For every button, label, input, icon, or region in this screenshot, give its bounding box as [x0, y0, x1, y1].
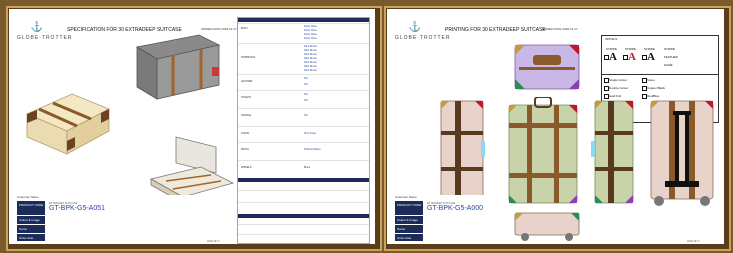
specification-sheet: ⚓ GLOBE·TROTTER SPECIFICATION FOR 30 EXT… — [9, 9, 375, 244]
suitcase-side-panel-left — [440, 100, 485, 204]
customer-block: Customer Name PRODUCT CODE EXTRADEEP SUI… — [17, 195, 227, 241]
brand-logo-right: ⚓ GLOBE·TROTTER — [395, 22, 451, 42]
suitcase-side-panel-right — [591, 100, 634, 204]
spec-header-band — [238, 18, 369, 22]
footer-date: 2018-12-17 — [207, 240, 220, 243]
suitcase-lid-flat — [514, 44, 580, 90]
customer-heading-right: Customer Name — [395, 195, 417, 199]
product-code-value: GT-BPK-G5-A051 — [49, 205, 106, 212]
spec-footer-band — [238, 178, 369, 182]
spec-label-wheels: WHEELS — [241, 166, 252, 169]
label-name-right: Name — [395, 225, 423, 233]
footer-date-right: 2018-12-17 — [687, 240, 700, 243]
order-ref-right: ORDER DATE 2018-12-17 — [542, 27, 578, 31]
label-colour-right: Colour & Image — [395, 216, 423, 224]
label-product-code-right: PRODUCT CODE — [395, 201, 423, 215]
brand-logo: ⚓ GLOBE·TROTTER — [17, 22, 73, 42]
initial-letter-1: A — [609, 51, 617, 63]
spec-label-lining: LINING — [241, 132, 250, 135]
initials-heading: INITIALS — [605, 37, 618, 41]
spec-footer-band-2 — [238, 214, 369, 218]
suitcase-upright-view — [135, 34, 221, 100]
label-product-code: PRODUCT CODE — [17, 201, 45, 215]
page-title-right: PRINTING FOR 30 EXTRADEEP SUITCASE — [445, 27, 546, 33]
suitcase-closed-angle-view — [25, 93, 110, 155]
product-code-value-right: GT-BPK-G5-A000 — [427, 205, 484, 212]
spec-table: BODY Dusty Rose Dusty Rose Dusty Rose Du… — [237, 17, 370, 244]
spec-label-body: BODY — [241, 27, 249, 30]
initial-letter-3: A — [647, 51, 655, 63]
spec-label-trimmings: TRIMMINGS — [241, 56, 256, 59]
label-order-date: Order date — [17, 234, 45, 241]
spec-label-straps: STRAPS — [241, 96, 252, 99]
printing-sheet: ⚓ GLOBE·TROTTER PRINTING FOR 30 EXTRADEE… — [387, 9, 724, 244]
brand-name-right: GLOBE·TROTTER — [395, 35, 451, 41]
label-order-date-right: Order date — [395, 234, 423, 241]
suitcase-front-panel — [508, 97, 578, 204]
spec-label-handle: HANDLE — [241, 114, 252, 117]
customer-heading: Customer Name — [17, 195, 39, 199]
spec-label-metal: METAL — [241, 148, 250, 151]
brand-emblem-icon: ⚓ — [408, 22, 422, 33]
suitcase-bottom-panel — [514, 212, 580, 241]
initial-letter-2: A — [628, 51, 636, 63]
spec-label-leather: LEATHER — [241, 80, 253, 83]
label-name: Name — [17, 225, 45, 233]
brand-emblem-icon: ⚓ — [30, 22, 44, 33]
suitcase-back-panel — [650, 100, 714, 206]
brand-name: GLOBE·TROTTER — [17, 35, 73, 41]
customer-block-right: Customer Name PRODUCT CODE EXTRADEEP SUI… — [395, 195, 505, 241]
label-colour: Colour & Image — [17, 216, 45, 224]
